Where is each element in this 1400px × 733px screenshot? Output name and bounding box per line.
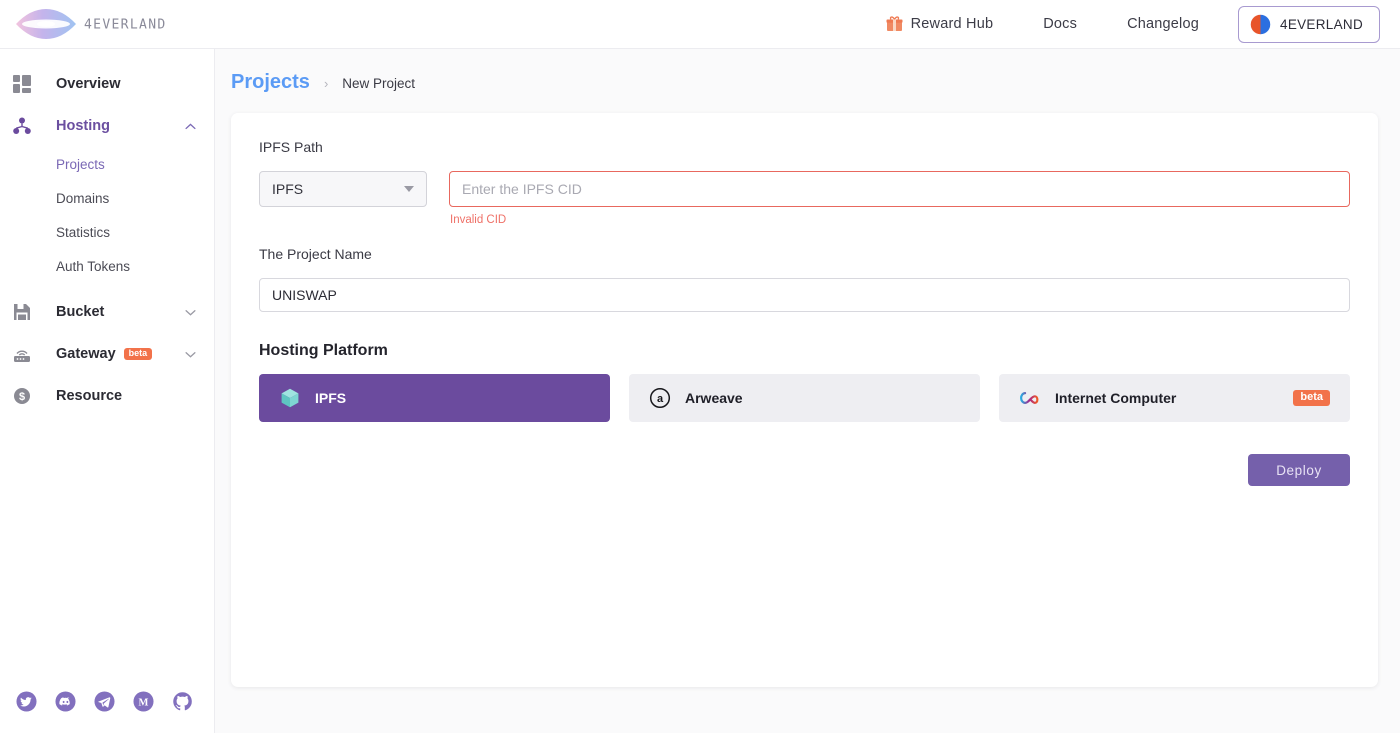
sidebar-label-hosting: Hosting [56,118,110,134]
brand-wordmark: 4EVERLAND [84,17,167,32]
platform-beta-badge: beta [1293,390,1330,406]
discord-icon[interactable] [55,691,76,712]
cid-error-message: Invalid CID [450,214,507,226]
svg-text:4EVERLAND: 4EVERLAND [84,17,167,32]
sidebar-item-hosting[interactable]: Hosting [0,105,214,147]
platform-option-ipfs[interactable]: IPFS [259,374,610,422]
deploy-button[interactable]: Deploy [1248,454,1350,486]
platform-label-internet-computer: Internet Computer [1055,390,1177,406]
sidebar-item-gateway[interactable]: Gateway beta [0,333,214,375]
hosting-platform-options: IPFS a Arweave Internet Computer beta [259,374,1350,422]
platform-label-ipfs: IPFS [315,390,347,406]
sidebar-label-overview: Overview [56,76,121,92]
github-icon[interactable] [172,691,193,712]
user-account-button[interactable]: 4EVERLAND [1238,5,1380,43]
deploy-row: Deploy [259,454,1350,486]
chevron-up-icon[interactable] [185,123,196,130]
ipfs-path-label: IPFS Path [259,139,323,155]
main-content: Projects › New Project IPFS Path IPFS In… [215,49,1400,733]
top-bar: 4EVERLAND Reward Hub Docs Changelog 4EVE… [0,0,1400,49]
nav-docs-label: Docs [1043,16,1078,32]
cid-input[interactable] [449,171,1350,207]
4everland-mark-icon [16,9,76,39]
sidebar-label-gateway: Gateway [56,346,116,362]
social-links: M [16,691,193,712]
breadcrumb: Projects › New Project [215,49,1400,94]
sidebar-label-projects: Projects [56,156,105,172]
nav-reward-hub-label: Reward Hub [910,16,994,32]
sidebar-item-statistics[interactable]: Statistics [0,215,214,249]
sidebar: Overview Hosting Projects Domains Statis… [0,49,215,733]
svg-text:a: a [657,393,664,405]
chevron-down-icon [404,186,414,192]
breadcrumb-current: New Project [342,76,416,91]
platform-option-arweave[interactable]: a Arweave [629,374,980,422]
protocol-select[interactable]: IPFS [259,171,427,207]
medium-icon[interactable]: M [133,691,154,712]
sidebar-label-statistics: Statistics [56,224,111,240]
svg-text:$: $ [19,391,25,403]
nav-changelog-label: Changelog [1127,16,1200,32]
sidebar-item-bucket[interactable]: Bucket [0,291,214,333]
sidebar-label-resource: Resource [56,388,123,404]
internet-computer-icon [1020,391,1039,405]
top-nav: Reward Hub Docs Changelog 4EVERLAND [861,5,1400,43]
arweave-icon: a [649,387,671,409]
svg-text:M: M [139,697,149,708]
breadcrumb-separator: › [323,76,329,91]
project-name-label: The Project Name [259,246,372,262]
hosting-nodes-icon [8,117,36,135]
sidebar-item-projects[interactable]: Projects [0,147,214,181]
breadcrumb-projects[interactable]: Projects [231,71,310,94]
dashboard-icon [8,75,36,93]
router-icon [8,345,36,363]
protocol-select-value: IPFS [272,181,304,197]
sidebar-label-bucket: Bucket [56,304,105,320]
nav-changelog[interactable]: Changelog [1102,16,1224,32]
project-name-input[interactable] [259,278,1350,312]
user-name: 4EVERLAND [1280,16,1363,32]
hosting-platform-title: Hosting Platform [259,342,388,359]
chevron-down-icon[interactable] [185,351,196,358]
ipfs-cube-icon [281,388,299,408]
sidebar-item-overview[interactable]: Overview [0,63,214,105]
ipfs-path-row: IPFS Invalid CID [259,171,1350,226]
brand-logo[interactable]: 4EVERLAND [14,6,206,42]
floppy-disk-icon [8,303,36,321]
sidebar-item-resource[interactable]: $ Resource [0,375,214,417]
sidebar-gateway-beta-badge: beta [123,348,153,360]
dollar-coin-icon: $ [8,387,36,405]
avatar [1250,13,1271,35]
twitter-icon[interactable] [16,691,37,712]
sidebar-label-domains: Domains [56,190,110,206]
telegram-icon[interactable] [94,691,115,712]
platform-option-internet-computer[interactable]: Internet Computer beta [999,374,1350,422]
new-project-card: IPFS Path IPFS Invalid CID The Project N… [231,113,1378,687]
sidebar-item-domains[interactable]: Domains [0,181,214,215]
nav-reward-hub[interactable]: Reward Hub [861,16,1019,32]
chevron-down-icon[interactable] [185,309,196,316]
nav-docs[interactable]: Docs [1018,16,1102,32]
platform-label-arweave: Arweave [685,390,743,406]
gift-icon [886,16,903,31]
sidebar-item-auth-tokens[interactable]: Auth Tokens [0,249,214,283]
cid-field-wrap: Invalid CID [449,171,1350,226]
sidebar-label-auth-tokens: Auth Tokens [56,258,131,274]
